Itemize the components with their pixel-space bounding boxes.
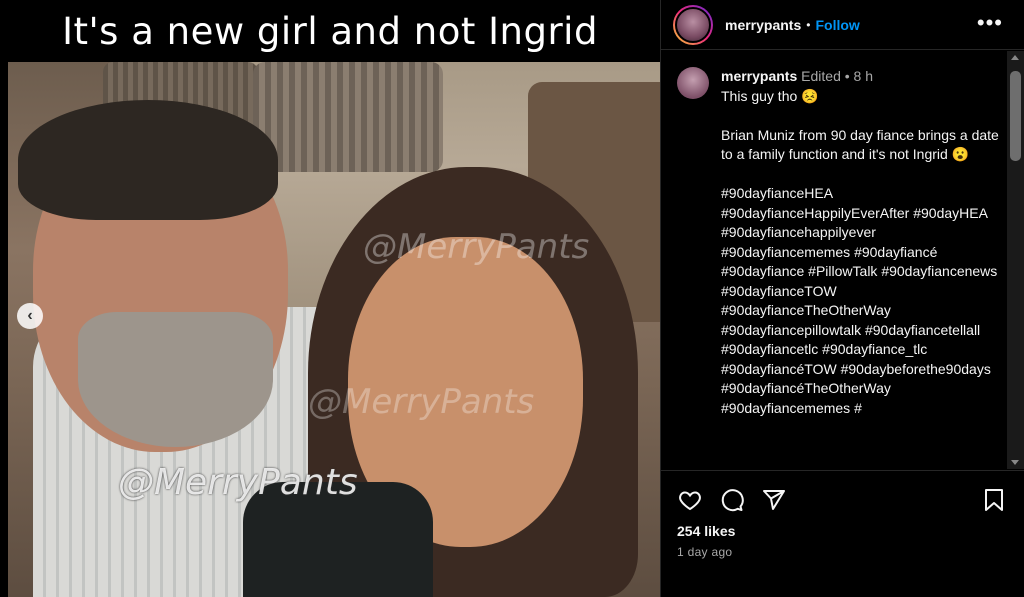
post-details-panel: merrypants • Follow ••• merrypants Edite… (660, 0, 1024, 597)
caption-line: This guy tho 😣 (721, 87, 819, 104)
caption-comment: merrypants Edited • 8 h This guy tho 😣 B… (677, 67, 1007, 418)
separator-dot: • (844, 68, 854, 84)
photo-man-beard (78, 312, 273, 447)
likes-count[interactable]: 254 likes (677, 523, 735, 539)
comments-section: merrypants Edited • 8 h This guy tho 😣 B… (661, 51, 1007, 469)
comment-icon[interactable] (719, 487, 745, 513)
comments-scrollbar[interactable] (1007, 51, 1024, 469)
previous-image-button[interactable]: ‹ (17, 303, 43, 329)
edited-label: Edited (801, 68, 841, 84)
author-avatar[interactable] (673, 4, 713, 45)
commenter-avatar[interactable] (677, 67, 709, 99)
caption-text: This guy tho 😣 Brian Muniz from 90 day f… (721, 87, 1001, 419)
actions-bar: 254 likes 1 day ago (661, 470, 1024, 597)
scroll-up-icon[interactable] (1011, 55, 1019, 60)
share-icon[interactable] (761, 487, 787, 513)
follow-button[interactable]: Follow (815, 17, 859, 33)
scroll-down-icon[interactable] (1011, 460, 1019, 465)
caption-line: Brian Muniz from 90 day fiance brings a … (721, 126, 999, 163)
comment-age: 8 h (853, 68, 874, 84)
post-timestamp[interactable]: 1 day ago (677, 545, 732, 559)
photo-pillow (253, 62, 443, 172)
hashtags[interactable]: #90dayfianceHEA #90dayfianceHappilyEverA… (721, 184, 1001, 418)
commenter-username[interactable]: merrypants (721, 68, 797, 84)
photo-woman-shirt (243, 482, 433, 597)
post-media: It's a new girl and not Ingrid @MerryPan… (0, 0, 660, 597)
photo-man-hair (18, 100, 278, 220)
post-photo[interactable]: @MerryPants @MerryPants @MerryPants (8, 62, 660, 597)
separator-dot: • (806, 17, 811, 32)
heart-icon[interactable] (677, 487, 703, 513)
bookmark-icon[interactable] (981, 487, 1007, 513)
more-options-icon[interactable]: ••• (977, 10, 1003, 36)
author-username[interactable]: merrypants (725, 17, 801, 33)
scroll-thumb[interactable] (1010, 71, 1021, 161)
post-header: merrypants • Follow ••• (661, 0, 1024, 50)
media-caption: It's a new girl and not Ingrid (62, 9, 598, 53)
